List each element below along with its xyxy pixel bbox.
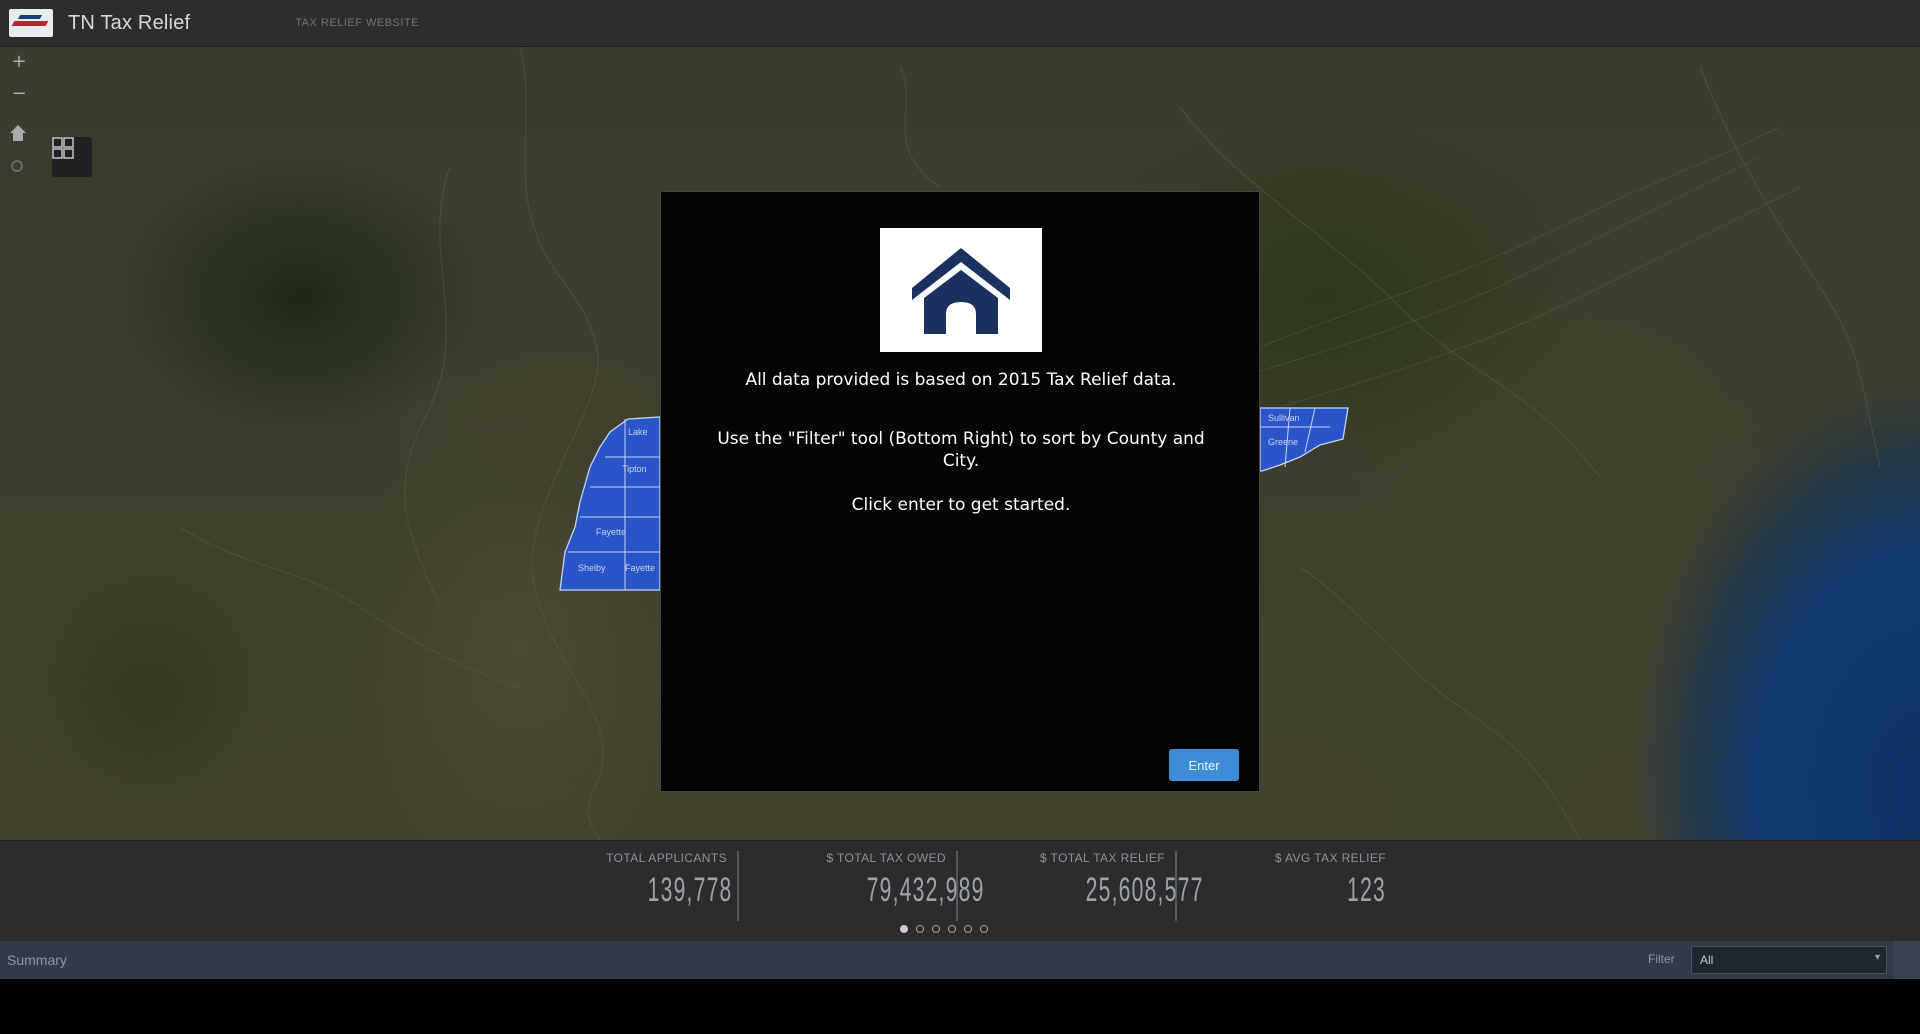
app-header: TN Tax Relief TAX RELIEF WEBSITE	[0, 0, 1920, 47]
locate-button[interactable]	[8, 157, 30, 179]
home-icon	[10, 125, 26, 141]
chevron-down-icon: ▾	[1874, 952, 1880, 963]
zoom-in-button[interactable]: +	[8, 51, 30, 73]
bottom-letterbox	[0, 979, 1920, 1034]
pager-dot[interactable]	[964, 925, 972, 933]
locate-icon	[11, 160, 23, 172]
zoom-out-button[interactable]: −	[8, 83, 30, 105]
svg-text:Sullivan: Sullivan	[1268, 413, 1300, 423]
filter-label: Filter	[1648, 952, 1675, 966]
stats-panel: TOTAL APPLICANTS 139,778 $ TOTAL TAX OWE…	[0, 840, 1920, 941]
basemap-gallery-button[interactable]	[52, 137, 92, 177]
pager-dot[interactable]	[900, 925, 908, 933]
app-logo	[9, 9, 53, 37]
stat-value: 139,778	[647, 871, 733, 909]
svg-text:Shelby: Shelby	[578, 563, 606, 573]
grid-icon	[52, 137, 74, 159]
east-tn-counties[interactable]: Sullivan Greene	[1259, 407, 1349, 472]
svg-text:Tipton: Tipton	[622, 464, 647, 474]
stat-label: $ TOTAL TAX RELIEF	[1039, 851, 1165, 865]
stat-value: 123	[1347, 871, 1386, 909]
splash-text-filter-note: Use the "Filter" tool (Bottom Right) to …	[717, 429, 1205, 471]
splash-text-get-started: Click enter to get started.	[851, 495, 1071, 515]
splash-dialog: All data provided is based on 2015 Tax R…	[660, 191, 1260, 792]
svg-text:Fayette: Fayette	[625, 563, 655, 573]
pager-dot[interactable]	[980, 925, 988, 933]
pager-dot[interactable]	[932, 925, 940, 933]
stats-pager	[900, 925, 988, 933]
west-tn-counties[interactable]: Lake Tipton Fayette Shelby Fayette	[559, 416, 661, 591]
summary-label[interactable]: Summary	[7, 952, 67, 968]
home-button[interactable]	[8, 123, 30, 145]
tax-relief-website-link[interactable]: TAX RELIEF WEBSITE	[295, 17, 419, 29]
stat-total-tax-relief: $ TOTAL TAX RELIEF 25,608,577	[1037, 851, 1204, 921]
svg-text:Lake: Lake	[628, 427, 648, 437]
stat-value: 25,608,577	[1085, 871, 1204, 909]
stat-label: $ TOTAL TAX OWED	[826, 851, 946, 865]
pager-dot[interactable]	[948, 925, 956, 933]
stat-avg-tax-relief: $ AVG TAX RELIEF 123	[1256, 851, 1396, 910]
stat-label: TOTAL APPLICANTS	[606, 851, 727, 865]
stat-total-tax-owed: $ TOTAL TAX OWED 79,432,989	[818, 851, 985, 921]
splash-text-data-note: All data provided is based on 2015 Tax R…	[745, 370, 1177, 390]
filter-dropdown[interactable]: All ▾	[1691, 946, 1887, 974]
summary-bar: Summary Filter All ▾	[0, 941, 1920, 979]
svg-text:Fayette: Fayette	[596, 527, 626, 537]
stat-value: 79,432,989	[866, 871, 985, 909]
app-title: TN Tax Relief	[68, 11, 191, 34]
tax-relief-logo	[880, 228, 1042, 352]
app-root: TN Tax Relief TAX RELIEF WEBSITE Lake Ti…	[0, 0, 1920, 1034]
svg-text:Greene: Greene	[1268, 437, 1298, 447]
footer-side-panel	[1894, 941, 1920, 979]
enter-button[interactable]: Enter	[1169, 749, 1239, 781]
house-icon	[912, 248, 1010, 334]
stat-total-applicants: TOTAL APPLICANTS 139,778	[599, 851, 739, 921]
stat-label: $ AVG TAX RELIEF	[1274, 851, 1386, 865]
pager-dot[interactable]	[916, 925, 924, 933]
filter-selected-value: All	[1700, 953, 1714, 967]
